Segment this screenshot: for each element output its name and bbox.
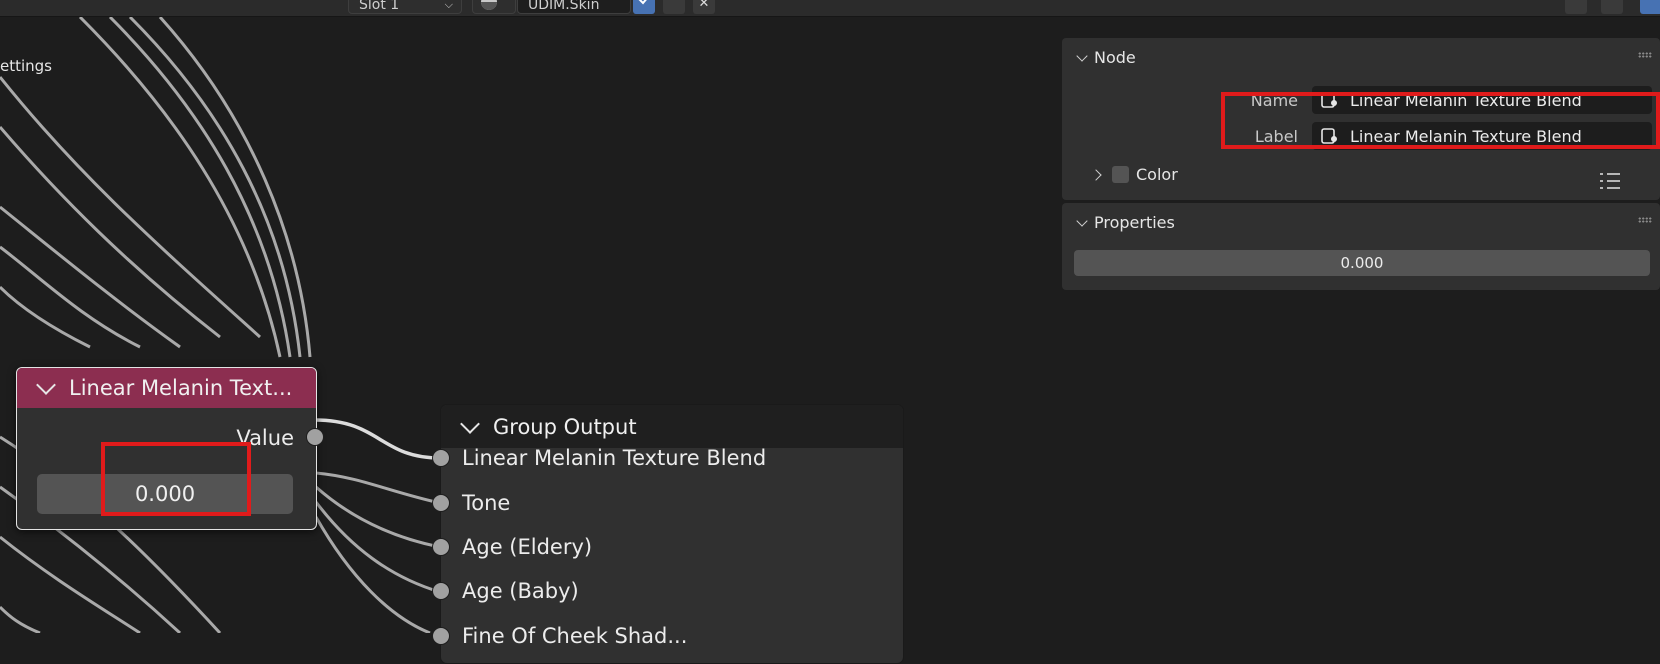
label-value: Linear Melanin Texture Blend	[1350, 126, 1582, 146]
color-checkbox[interactable]	[1112, 166, 1129, 183]
name-field[interactable]: Linear Melanin Texture Blend	[1312, 86, 1652, 114]
input-label: Linear Melanin Texture Blend	[462, 446, 767, 470]
collapse-chevron-icon[interactable]	[460, 413, 480, 434]
drag-grip-icon[interactable]	[1638, 217, 1652, 223]
chevron-down-icon: ⌵	[444, 0, 453, 11]
chevron-down-icon	[1076, 49, 1088, 62]
shield-check-icon	[638, 0, 647, 5]
sidebar-node-tab: Node Name Linear Melanin Texture Blend L…	[1062, 38, 1660, 290]
unlink-material-button[interactable]: ✕	[693, 0, 715, 14]
value-output-socket[interactable]	[306, 428, 324, 446]
input-label: Tone	[462, 491, 511, 515]
header-toggle-2[interactable]	[1601, 0, 1623, 14]
link	[0, 605, 41, 633]
name-value: Linear Melanin Texture Blend	[1350, 90, 1582, 110]
material-name: UDIM.Skin	[528, 0, 600, 13]
drag-grip-icon[interactable]	[1638, 52, 1652, 58]
input-label: Age (Baby)	[462, 579, 579, 603]
properties-panel: Properties 0.000	[1062, 203, 1660, 290]
material-name-field[interactable]: UDIM.Skin	[517, 0, 631, 14]
chevron-right-icon	[1090, 168, 1102, 181]
node-panel-title: Node	[1094, 48, 1136, 67]
pin-button[interactable]	[728, 0, 750, 14]
input-socket[interactable]	[432, 582, 450, 600]
link	[0, 205, 181, 349]
input-socket[interactable]	[432, 627, 450, 645]
list-presets-icon[interactable]	[1598, 172, 1622, 192]
node-icon	[1321, 128, 1337, 144]
duplicate-material-button[interactable]	[663, 0, 685, 14]
material-browse-button[interactable]	[472, 0, 516, 14]
slot-label: Slot 1	[359, 0, 400, 13]
header-toggle-3[interactable]	[1640, 0, 1660, 14]
input-socket[interactable]	[432, 449, 450, 467]
properties-value-field[interactable]: 0.000	[1074, 250, 1650, 276]
value-node[interactable]: Linear Melanin Text... Value 0.000	[16, 367, 324, 530]
input-label: Fine Of Cheek Shad...	[462, 624, 688, 648]
value-node-header[interactable]: Linear Melanin Text...	[17, 368, 316, 408]
value-output-label: Value	[236, 426, 294, 450]
value-node-title: Linear Melanin Text...	[69, 376, 293, 400]
node-editor-header: Slot 1 ⌵ UDIM.Skin ✕	[0, 0, 1660, 17]
link	[314, 516, 431, 633]
properties-panel-title: Properties	[1094, 213, 1175, 232]
color-subpanel-header[interactable]: Color	[1090, 165, 1178, 184]
link	[0, 285, 91, 349]
group-output-node[interactable]: Group Output Linear Melanin Texture Blen…	[432, 404, 904, 664]
link	[0, 535, 141, 633]
close-icon: ✕	[698, 0, 710, 11]
active-link	[314, 418, 441, 460]
name-label: Name	[1250, 91, 1298, 110]
node-panel-header[interactable]: Node	[1072, 48, 1136, 67]
value-field[interactable]: 0.000	[37, 474, 293, 514]
group-output-header[interactable]: Group Output	[441, 405, 903, 448]
collapse-chevron-icon[interactable]	[36, 375, 56, 395]
node-panel: Node Name Linear Melanin Texture Blend L…	[1062, 38, 1660, 200]
node-icon	[1321, 92, 1337, 108]
input-socket[interactable]	[432, 494, 450, 512]
label-label: Label	[1254, 127, 1298, 146]
fake-user-button[interactable]	[633, 0, 655, 14]
slot-dropdown[interactable]: Slot 1 ⌵	[348, 0, 462, 14]
label-field[interactable]: Linear Melanin Texture Blend	[1312, 122, 1652, 150]
link	[315, 471, 441, 505]
link	[0, 76, 262, 339]
node-editor-canvas[interactable]: ettings Linear Melanin Text... Value 0.0…	[0, 17, 1660, 664]
properties-panel-header[interactable]: Properties	[1072, 213, 1175, 232]
link	[315, 485, 441, 549]
input-socket[interactable]	[432, 538, 450, 556]
header-toggle-1[interactable]	[1565, 0, 1587, 14]
chevron-down-icon	[1076, 214, 1088, 227]
material-sphere-icon	[481, 0, 497, 10]
input-label: Age (Eldery)	[462, 535, 593, 559]
color-label: Color	[1136, 165, 1178, 184]
group-output-title: Group Output	[493, 414, 637, 439]
